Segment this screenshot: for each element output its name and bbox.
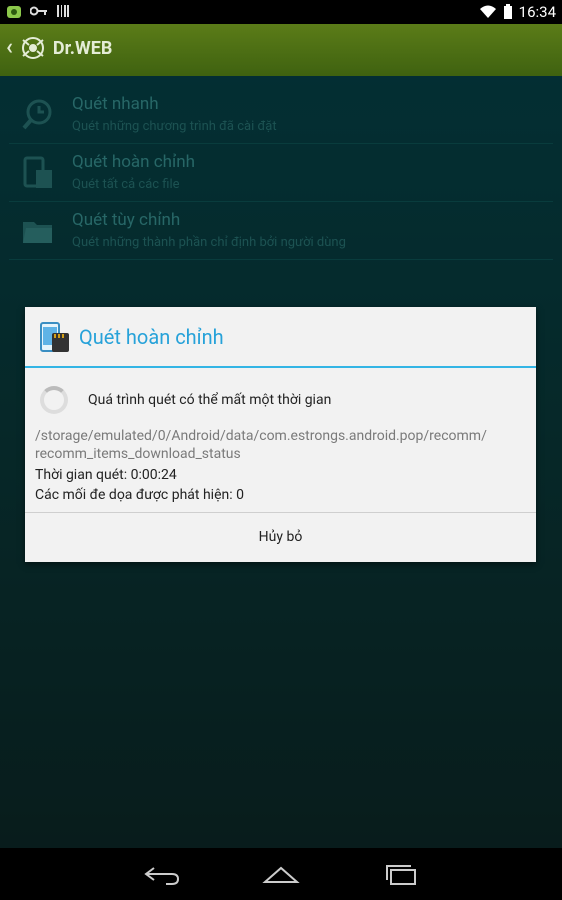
threats-row: Các mối đe dọa được phát hiện: 0 xyxy=(35,487,244,503)
back-icon[interactable] xyxy=(142,862,182,886)
scan-time-value: 0:00:24 xyxy=(130,467,177,483)
battery-icon xyxy=(503,4,512,19)
scan-progress-dialog: Quét hoàn chỉnh Quá trình quét có thể mấ… xyxy=(25,307,536,562)
key-icon xyxy=(30,6,47,16)
barcode-icon xyxy=(57,5,69,17)
current-scan-path: /storage/emulated/0/Android/data/com.est… xyxy=(35,428,487,462)
threats-label: Các mối đe dọa được phát hiện: xyxy=(35,487,233,503)
drweb-spider-logo-icon xyxy=(21,37,44,59)
recent-apps-icon[interactable] xyxy=(381,862,421,886)
dialog-header: Quét hoàn chỉnh xyxy=(25,307,536,368)
progress-spinner xyxy=(40,386,68,414)
status-time: 16:34 xyxy=(518,3,556,21)
app-home-up[interactable]: ‹ Dr.WEB xyxy=(6,34,112,62)
scan-time-label: Thời gian quét: xyxy=(35,467,128,483)
threats-value: 0 xyxy=(236,487,244,503)
device-sdcard-icon xyxy=(40,322,69,352)
home-icon[interactable] xyxy=(261,862,301,886)
status-bar: 16:34 xyxy=(0,0,562,24)
navigation-bar xyxy=(0,848,562,900)
wifi-icon xyxy=(479,5,496,18)
scan-time-row: Thời gian quét: 0:00:24 xyxy=(35,467,177,483)
action-bar: ‹ Dr.WEB xyxy=(0,24,562,76)
cancel-button[interactable]: Hủy bỏ xyxy=(25,513,536,562)
dialog-title: Quét hoàn chỉnh xyxy=(79,325,224,349)
dialog-message: Quá trình quét có thể mất một thời gian xyxy=(88,392,332,408)
android-notification-icon xyxy=(7,6,21,18)
app-brand-title: Dr.WEB xyxy=(52,37,113,59)
back-chevron-icon: ‹ xyxy=(6,35,13,60)
